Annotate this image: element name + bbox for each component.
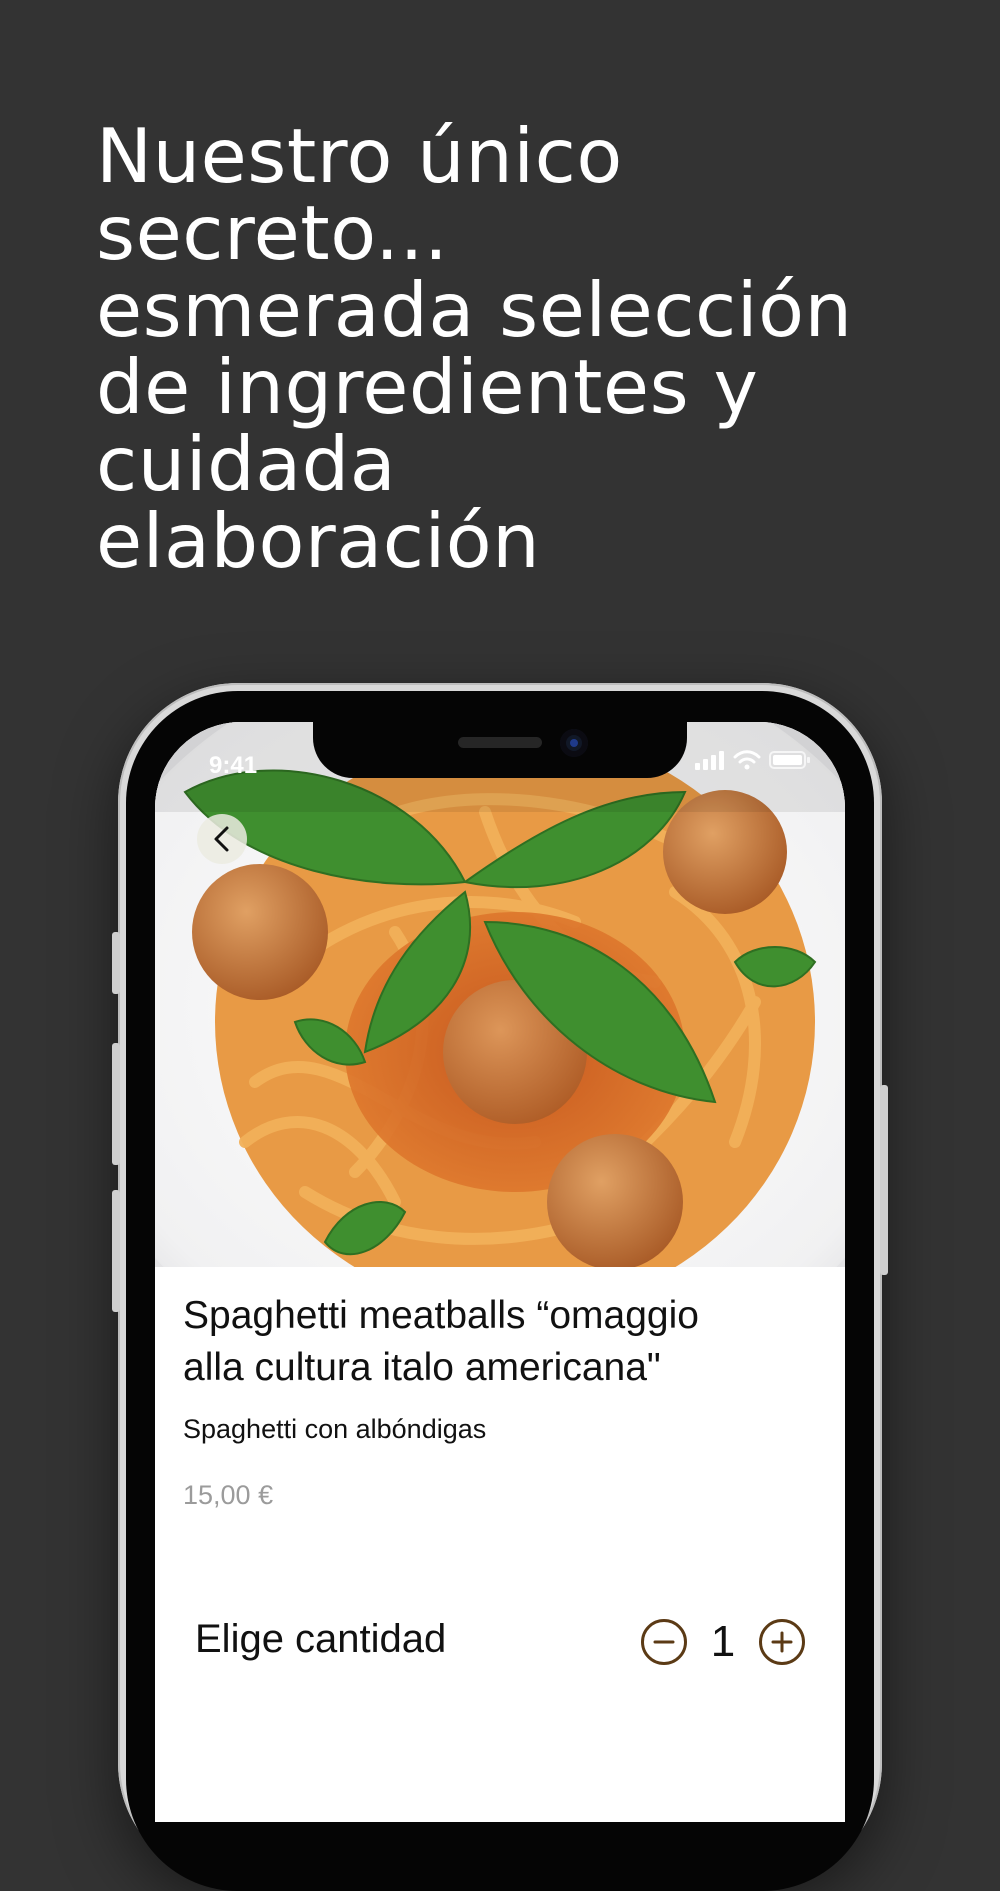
back-button[interactable]: [197, 814, 247, 864]
headline-line: elaboración: [96, 497, 541, 585]
wifi-icon: [733, 750, 761, 770]
dish-photo: 9:41: [155, 722, 845, 1267]
plus-circle-icon: [771, 1631, 793, 1653]
signal-icon: [695, 750, 725, 770]
earpiece-speaker: [458, 737, 542, 748]
increment-button[interactable]: [759, 1619, 805, 1665]
dish-title-line: Spaghetti meatballs “omaggio: [183, 1294, 699, 1337]
front-camera: [560, 729, 588, 757]
headline-line: cuidada: [96, 420, 397, 508]
quantity-stepper: 1: [641, 1614, 805, 1670]
status-time: 9:41: [209, 752, 258, 779]
headline-line: de ingredientes y: [96, 343, 759, 431]
battery-icon: [769, 750, 811, 770]
headline-line: Nuestro único: [96, 112, 623, 200]
chevron-left-icon: [214, 826, 229, 852]
mute-switch: [112, 932, 120, 994]
headline-line: secreto...: [96, 189, 449, 277]
dish-subtitle: Spaghetti con albóndigas: [183, 1414, 487, 1444]
app-screen: 9:41 Spaghetti meatballs “omaggio alla c…: [155, 722, 845, 1822]
quantity-value: 1: [710, 1617, 736, 1666]
volume-down-button: [112, 1190, 120, 1312]
headline: Nuestro único secreto... esmerada selecc…: [96, 118, 956, 580]
quantity-label: Elige cantidad: [195, 1617, 447, 1661]
headline-line: esmerada selección: [96, 266, 853, 354]
dish-title: Spaghetti meatballs “omaggio alla cultur…: [183, 1290, 823, 1394]
volume-up-button: [112, 1043, 120, 1165]
dish-title-line: alla cultura italo americana": [183, 1346, 661, 1389]
decrement-button[interactable]: [641, 1619, 687, 1665]
status-icons: [695, 750, 811, 770]
dish-photo-image: [155, 722, 845, 1267]
minus-circle-icon: [653, 1640, 675, 1644]
dish-price: 15,00 €: [183, 1480, 274, 1510]
power-button: [880, 1085, 888, 1275]
